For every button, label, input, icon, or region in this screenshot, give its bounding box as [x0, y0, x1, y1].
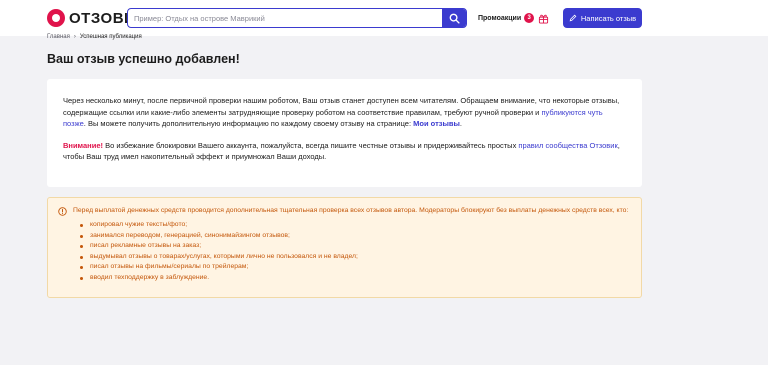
info-text-end: . — [459, 119, 462, 128]
page-title: Ваш отзыв успешно добавлен! — [47, 52, 240, 66]
notice-header: Перед выплатой денежных средств проводит… — [58, 206, 631, 216]
success-info-card: Через несколько минут, после первичной п… — [47, 79, 642, 187]
warning-text: Во избежание блокировки Вашего аккаунта,… — [103, 140, 519, 150]
search-icon — [449, 13, 460, 24]
breadcrumb-home[interactable]: Главная — [47, 34, 70, 40]
promo-count-badge: 3 — [524, 13, 535, 23]
write-review-label: Написать отзыв — [580, 13, 637, 23]
notice-list-item: писал рекламные отзывы на заказ; — [80, 241, 631, 252]
breadcrumb-current: Успешная публикация — [79, 34, 142, 40]
info-text: Через несколько минут, после первичной п… — [63, 96, 620, 117]
header: ОТЗОВИК Промоакции 3 Написать отзыв — [0, 0, 768, 36]
community-rules-link[interactable]: правил сообщества Отзовик — [518, 141, 617, 150]
notice-intro: Перед выплатой денежных средств проводит… — [73, 207, 629, 214]
warning-label: Внимание! — [63, 140, 103, 150]
info-text-2: . Вы можете получить дополнительную инфо… — [83, 119, 414, 128]
promo-link[interactable]: Промоакции 3 — [478, 11, 549, 25]
notice-list-item: выдумывал отзывы о товарах/услугах, кото… — [80, 252, 631, 263]
moderation-notice: Перед выплатой денежных средств проводит… — [47, 197, 642, 298]
write-review-button[interactable]: Написать отзыв — [563, 8, 642, 28]
promo-label: Промоакции — [478, 14, 522, 22]
breadcrumb: Главная › Успешная публикация — [47, 34, 142, 40]
info-paragraph: Через несколько минут, после первичной п… — [63, 95, 626, 130]
notice-list-item: занимался переводом, генерацией, синоним… — [80, 231, 631, 242]
search-bar — [127, 8, 467, 28]
warning-paragraph: Внимание! Во избежание блокировки Вашего… — [63, 140, 626, 163]
breadcrumb-separator: › — [73, 34, 76, 40]
my-reviews-link[interactable]: Мои отзывы — [413, 119, 460, 128]
notice-list-item: вводил техподдержку в заблуждение. — [80, 273, 631, 284]
notice-list-item: писал отзывы на фильмы/сериалы по трейле… — [80, 262, 631, 273]
notice-list: копировал чужие тексты/фото; занимался п… — [80, 220, 631, 283]
gift-icon — [537, 12, 549, 24]
warning-circle-icon — [58, 207, 67, 216]
search-button[interactable] — [442, 9, 466, 27]
pencil-icon — [569, 14, 577, 22]
notice-list-item: копировал чужие тексты/фото; — [80, 220, 631, 231]
logo-mark-icon — [47, 9, 65, 27]
search-input[interactable] — [128, 9, 442, 27]
